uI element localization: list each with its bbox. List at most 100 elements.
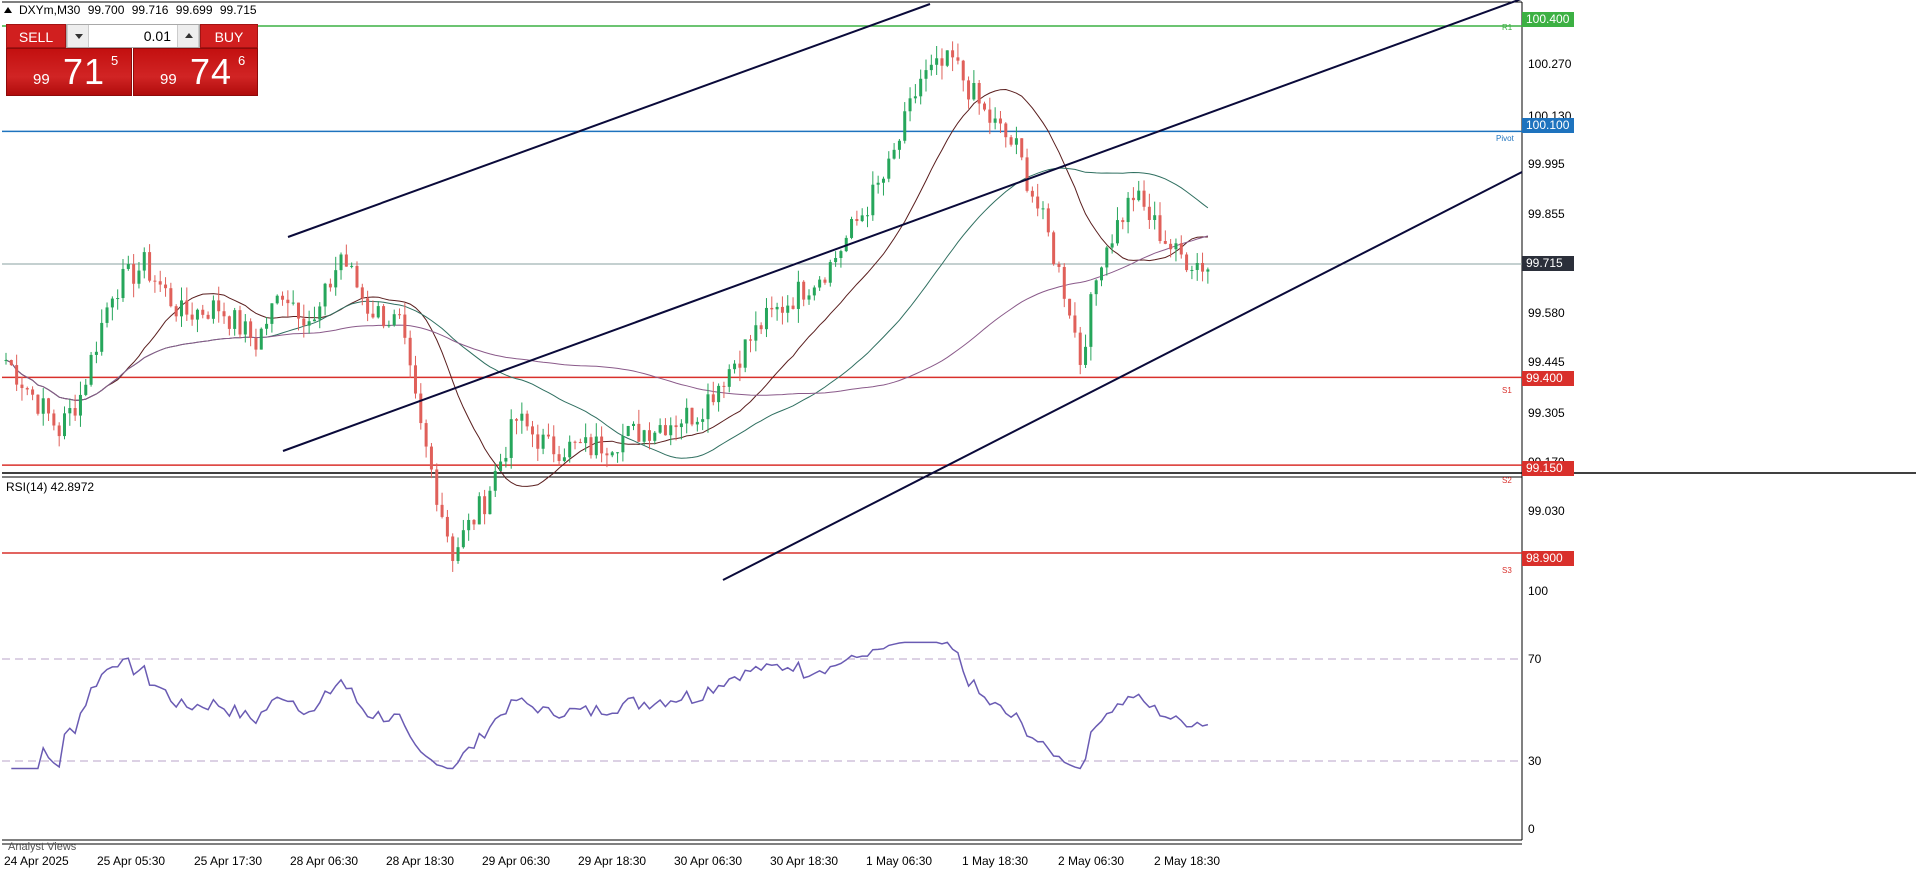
candle-body (1126, 197, 1130, 223)
buy-button[interactable]: BUY (200, 24, 258, 48)
moving-average-100 (5, 235, 1209, 401)
candle-body (62, 413, 66, 437)
candle-body (419, 393, 423, 424)
candle-body (993, 118, 997, 123)
candle-body (201, 309, 205, 315)
time-tick: 29 Apr 18:30 (578, 854, 647, 868)
lot-increase-icon[interactable] (177, 25, 199, 47)
candle-body (408, 337, 412, 366)
collapse-triangle-icon[interactable] (4, 7, 12, 13)
candle-body (429, 446, 433, 470)
candle-body (148, 252, 152, 281)
candle-body (509, 419, 513, 458)
candle-body (632, 423, 636, 426)
candle-body (366, 298, 370, 314)
price-tick: 99.445 (1528, 355, 1565, 369)
lot-size-stepper[interactable] (66, 24, 200, 48)
candle-body (78, 394, 82, 416)
candle-body (350, 265, 354, 267)
candle-body (998, 118, 1002, 124)
candle-body (1131, 197, 1135, 201)
candle-body (663, 425, 667, 436)
low-value: 99.699 (175, 3, 213, 17)
candle-body (105, 307, 109, 323)
candle-body (249, 321, 253, 338)
candle-body (722, 385, 726, 387)
candle-body (770, 307, 774, 310)
close-value: 99.715 (219, 3, 257, 17)
level-name-s1: S1 (1502, 386, 1512, 395)
rsi-tick: 100 (1528, 584, 1549, 598)
chart-window[interactable]: DXYm,M30 99.700 99.716 99.699 99.715 SEL… (0, 0, 1916, 874)
buy-price-pips: 74 (190, 51, 233, 92)
candle-body (4, 360, 8, 362)
analyst-views-tab[interactable]: Analyst Views (8, 841, 76, 853)
candle-body (286, 299, 290, 304)
lot-size-input[interactable] (91, 26, 175, 46)
candle-body (616, 452, 620, 454)
lot-decrease-icon[interactable] (67, 25, 89, 47)
candle-body (695, 421, 699, 425)
candle-body (669, 425, 673, 436)
level-tag-s2: 99.150 (1522, 461, 1574, 476)
candle-body (807, 295, 811, 300)
candle-body (339, 254, 343, 271)
candle-body (158, 281, 162, 285)
channel-middle-line (282, 0, 1522, 452)
candle-body (584, 437, 588, 444)
candle-body (828, 262, 832, 283)
candle-body (589, 437, 593, 456)
candle-body (73, 408, 77, 416)
candle-body (1142, 190, 1146, 207)
rsi-tick: 70 (1528, 652, 1542, 666)
candle-body (275, 295, 279, 304)
candle-body (812, 287, 816, 296)
candle-body (467, 519, 471, 531)
candle-body (360, 287, 364, 299)
candle-body (764, 307, 768, 330)
candle-body (866, 215, 870, 217)
candle-body (174, 306, 178, 317)
moving-average-20 (5, 88, 1208, 487)
price-tick: 99.995 (1528, 157, 1565, 171)
candle-body (520, 413, 524, 421)
candle-body (717, 385, 721, 403)
candle-body (637, 423, 641, 442)
buy-price-button[interactable]: 99 74 6 (133, 48, 258, 96)
candle-body (626, 425, 630, 437)
candle-body (142, 252, 146, 271)
candle-body (376, 306, 380, 318)
candle-body (445, 516, 449, 537)
candle-body (913, 96, 917, 99)
candle-body (472, 519, 476, 525)
candle-body (387, 325, 391, 327)
candle-body (961, 60, 965, 81)
candle-body (1163, 241, 1167, 244)
candle-body (568, 441, 572, 458)
candle-body (780, 306, 784, 313)
candle-body (1036, 196, 1040, 209)
sell-price-button[interactable]: 99 71 5 (6, 48, 132, 96)
candle-body (1147, 206, 1151, 220)
candle-body (206, 314, 210, 319)
candle-body (754, 325, 758, 341)
candle-body (1094, 280, 1098, 295)
candle-body (9, 360, 13, 366)
candle-body (881, 178, 885, 183)
open-value: 99.700 (87, 3, 125, 17)
candle-body (908, 98, 912, 112)
candle-body (195, 309, 199, 320)
candle-body (1121, 220, 1125, 223)
candle-body (945, 50, 949, 66)
chart-canvas[interactable] (0, 0, 1916, 874)
candle-body (57, 425, 61, 437)
candle-body (515, 419, 519, 421)
candle-body (477, 496, 481, 525)
candle-body (1025, 157, 1029, 191)
candle-body (956, 57, 960, 61)
candle-body (674, 425, 678, 428)
candle-body (876, 182, 880, 185)
candle-body (546, 434, 550, 437)
candle-body (1057, 264, 1061, 267)
sell-button[interactable]: SELL (6, 24, 66, 48)
